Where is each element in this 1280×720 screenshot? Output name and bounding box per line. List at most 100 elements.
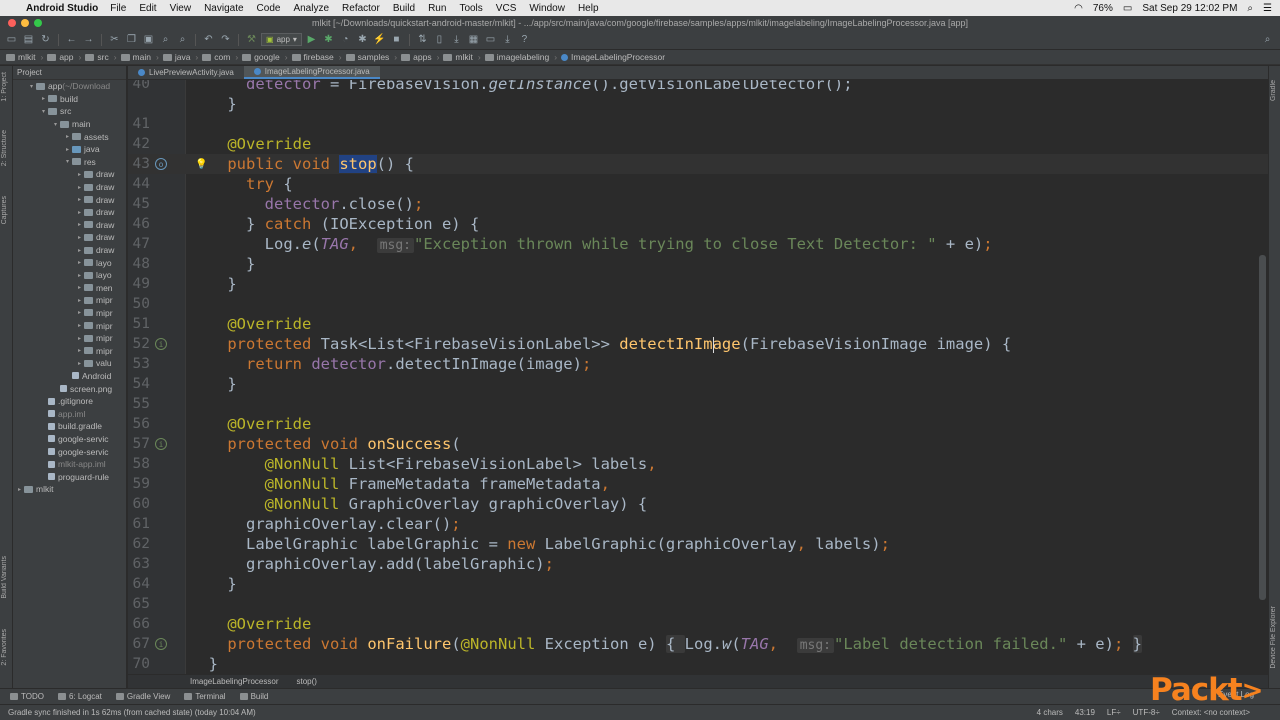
forward-arrow-icon[interactable]: → [81, 32, 96, 47]
tab-device-file-explorer[interactable]: Device File Explorer [1270, 606, 1277, 669]
back-arrow-icon[interactable]: ← [64, 32, 79, 47]
code-line[interactable]: 43 o 💡 public void stop() { [128, 154, 1268, 174]
menu-analyze[interactable]: Analyze [293, 3, 329, 14]
tree-item[interactable]: ▸ draw [13, 244, 126, 257]
code-editor[interactable]: 40 detector = FirebaseVision.getInstance… [128, 80, 1268, 674]
tree-item[interactable]: proguard-rule [13, 470, 126, 483]
tool-window-6-logcat[interactable]: 6: Logcat [57, 692, 102, 701]
breadcrumb-item[interactable]: firebase › [291, 52, 342, 62]
tree-item[interactable]: ▸ mipr [13, 344, 126, 357]
menu-file[interactable]: File [110, 3, 126, 14]
tree-item[interactable]: ▸ draw [13, 219, 126, 232]
breadcrumb-item[interactable]: src › [85, 52, 117, 62]
chevron-right-icon[interactable]: ▸ [39, 95, 48, 102]
menu-help[interactable]: Help [578, 3, 599, 14]
override-marker-icon[interactable]: o [155, 158, 167, 170]
tree-item[interactable]: ▾ src [13, 105, 126, 118]
breadcrumb-item[interactable]: mlkit › [6, 52, 43, 62]
search-icon[interactable]: ⌕ [1247, 3, 1253, 14]
chevron-down-icon[interactable]: ▾ [51, 121, 60, 128]
editor-tab[interactable]: ImageLabelingProcessor.java [243, 66, 380, 79]
code-line[interactable]: 56 @Override [128, 414, 1268, 434]
tab-project[interactable]: 1: Project [1, 72, 8, 102]
copy-icon[interactable]: ❐ [124, 32, 139, 47]
chevron-down-icon[interactable]: ▾ [63, 158, 72, 165]
tree-item[interactable]: ▸ mipr [13, 332, 126, 345]
chevron-right-icon[interactable]: ▸ [75, 209, 84, 216]
minimize-window-button[interactable] [21, 19, 29, 27]
chevron-down-icon[interactable]: ▾ [27, 83, 36, 90]
cut-icon[interactable]: ✂ [107, 32, 122, 47]
sync-icon[interactable]: ↻ [38, 32, 53, 47]
menu-edit[interactable]: Edit [139, 3, 156, 14]
code-line[interactable]: 59 @NonNull FrameMetadata frameMetadata, [128, 474, 1268, 494]
chevron-right-icon[interactable]: ▸ [75, 171, 84, 178]
tree-item[interactable]: ▸ draw [13, 168, 126, 181]
code-line[interactable]: 64 } [128, 574, 1268, 594]
undo-icon[interactable]: ↶ [201, 32, 216, 47]
tree-item[interactable]: ▸ java [13, 143, 126, 156]
menu-build[interactable]: Build [393, 3, 415, 14]
chevron-right-icon[interactable]: ▸ [15, 486, 24, 493]
editor-tab[interactable]: LivePreviewActivity.java [128, 66, 244, 79]
breadcrumb-class[interactable]: ImageLabelingProcessor [190, 677, 279, 686]
tree-item[interactable]: mlkit-app.iml [13, 458, 126, 471]
tree-item[interactable]: Android [13, 370, 126, 383]
code-line[interactable]: } [128, 94, 1268, 114]
tree-item[interactable]: ▸ build [13, 93, 126, 106]
breadcrumb-item[interactable]: mlkit › [443, 52, 481, 62]
chevron-right-icon[interactable]: ▸ [75, 335, 84, 342]
save-all-icon[interactable]: ▤ [21, 32, 36, 47]
code-line[interactable]: 45 detector.close(); [128, 194, 1268, 214]
chevron-right-icon[interactable]: ▸ [75, 297, 84, 304]
chevron-right-icon[interactable]: ▸ [75, 272, 84, 279]
chevron-right-icon[interactable]: ▸ [75, 309, 84, 316]
code-line[interactable]: 51 @Override [128, 314, 1268, 334]
chevron-down-icon[interactable]: ▾ [39, 108, 48, 115]
code-line[interactable]: 42 @Override [128, 134, 1268, 154]
chevron-right-icon[interactable]: ▸ [63, 133, 72, 140]
replace-icon[interactable]: ⌕ [175, 32, 190, 47]
chevron-right-icon[interactable]: ▸ [75, 184, 84, 191]
layout-inspector-icon[interactable]: ▦ [466, 32, 481, 47]
file-encoding[interactable]: UTF-8÷ [1133, 708, 1160, 717]
tool-window-terminal[interactable]: Terminal [184, 692, 226, 701]
stop-icon[interactable]: ■ [389, 32, 404, 47]
breadcrumb-item[interactable]: com › [202, 52, 238, 62]
battery-percent[interactable]: 76% [1093, 3, 1113, 14]
sdk-manager-icon[interactable]: ⤓ [449, 32, 464, 47]
menu-code[interactable]: Code [257, 3, 281, 14]
tree-item[interactable]: ▸ draw [13, 231, 126, 244]
sdk-download-icon[interactable]: ⤓ [500, 32, 515, 47]
menu-window[interactable]: Window [529, 3, 565, 14]
tree-item[interactable]: screen.png [13, 382, 126, 395]
tree-item[interactable]: ▸ draw [13, 206, 126, 219]
menu-run[interactable]: Run [428, 3, 446, 14]
code-line[interactable]: 47 Log.e(TAG, msg: "Exception thrown whil… [128, 234, 1268, 254]
menu-tools[interactable]: Tools [459, 3, 482, 14]
avd-manager-icon[interactable]: ▯ [432, 32, 447, 47]
status-message[interactable]: Gradle sync finished in 1s 62ms (from ca… [8, 708, 256, 717]
tree-item[interactable]: ▸ men [13, 282, 126, 295]
sync-gradle-icon[interactable]: ⇅ [415, 32, 430, 47]
tree-item[interactable]: google-servic [13, 433, 126, 446]
code-line[interactable]: 46 } catch (IOException e) { [128, 214, 1268, 234]
find-icon[interactable]: ⌕ [158, 32, 173, 47]
code-line[interactable]: 53 return detector.detectInImage(image); [128, 354, 1268, 374]
tree-item[interactable]: ▾ app (~/Download [13, 80, 126, 93]
code-line[interactable]: 66 @Override [128, 614, 1268, 634]
tab-build-variants[interactable]: Build Variants [1, 556, 8, 599]
chevron-right-icon[interactable]: ▸ [75, 247, 84, 254]
breadcrumb-item[interactable]: app › [47, 52, 81, 62]
breadcrumb-item[interactable]: ImageLabelingProcessor [561, 52, 665, 62]
open-folder-icon[interactable]: ▭ [4, 32, 19, 47]
clock[interactable]: Sat Sep 29 12:02 PM [1142, 3, 1237, 14]
code-line[interactable]: 41 [128, 114, 1268, 134]
chevron-right-icon[interactable]: ▸ [75, 259, 84, 266]
tool-window-gradle-view[interactable]: Gradle View [115, 692, 170, 701]
close-window-button[interactable] [8, 19, 16, 27]
code-line[interactable]: 50 [128, 294, 1268, 314]
tree-item[interactable]: build.gradle [13, 420, 126, 433]
implements-marker-icon[interactable]: i [155, 638, 167, 650]
chevron-right-icon[interactable]: ▸ [75, 284, 84, 291]
